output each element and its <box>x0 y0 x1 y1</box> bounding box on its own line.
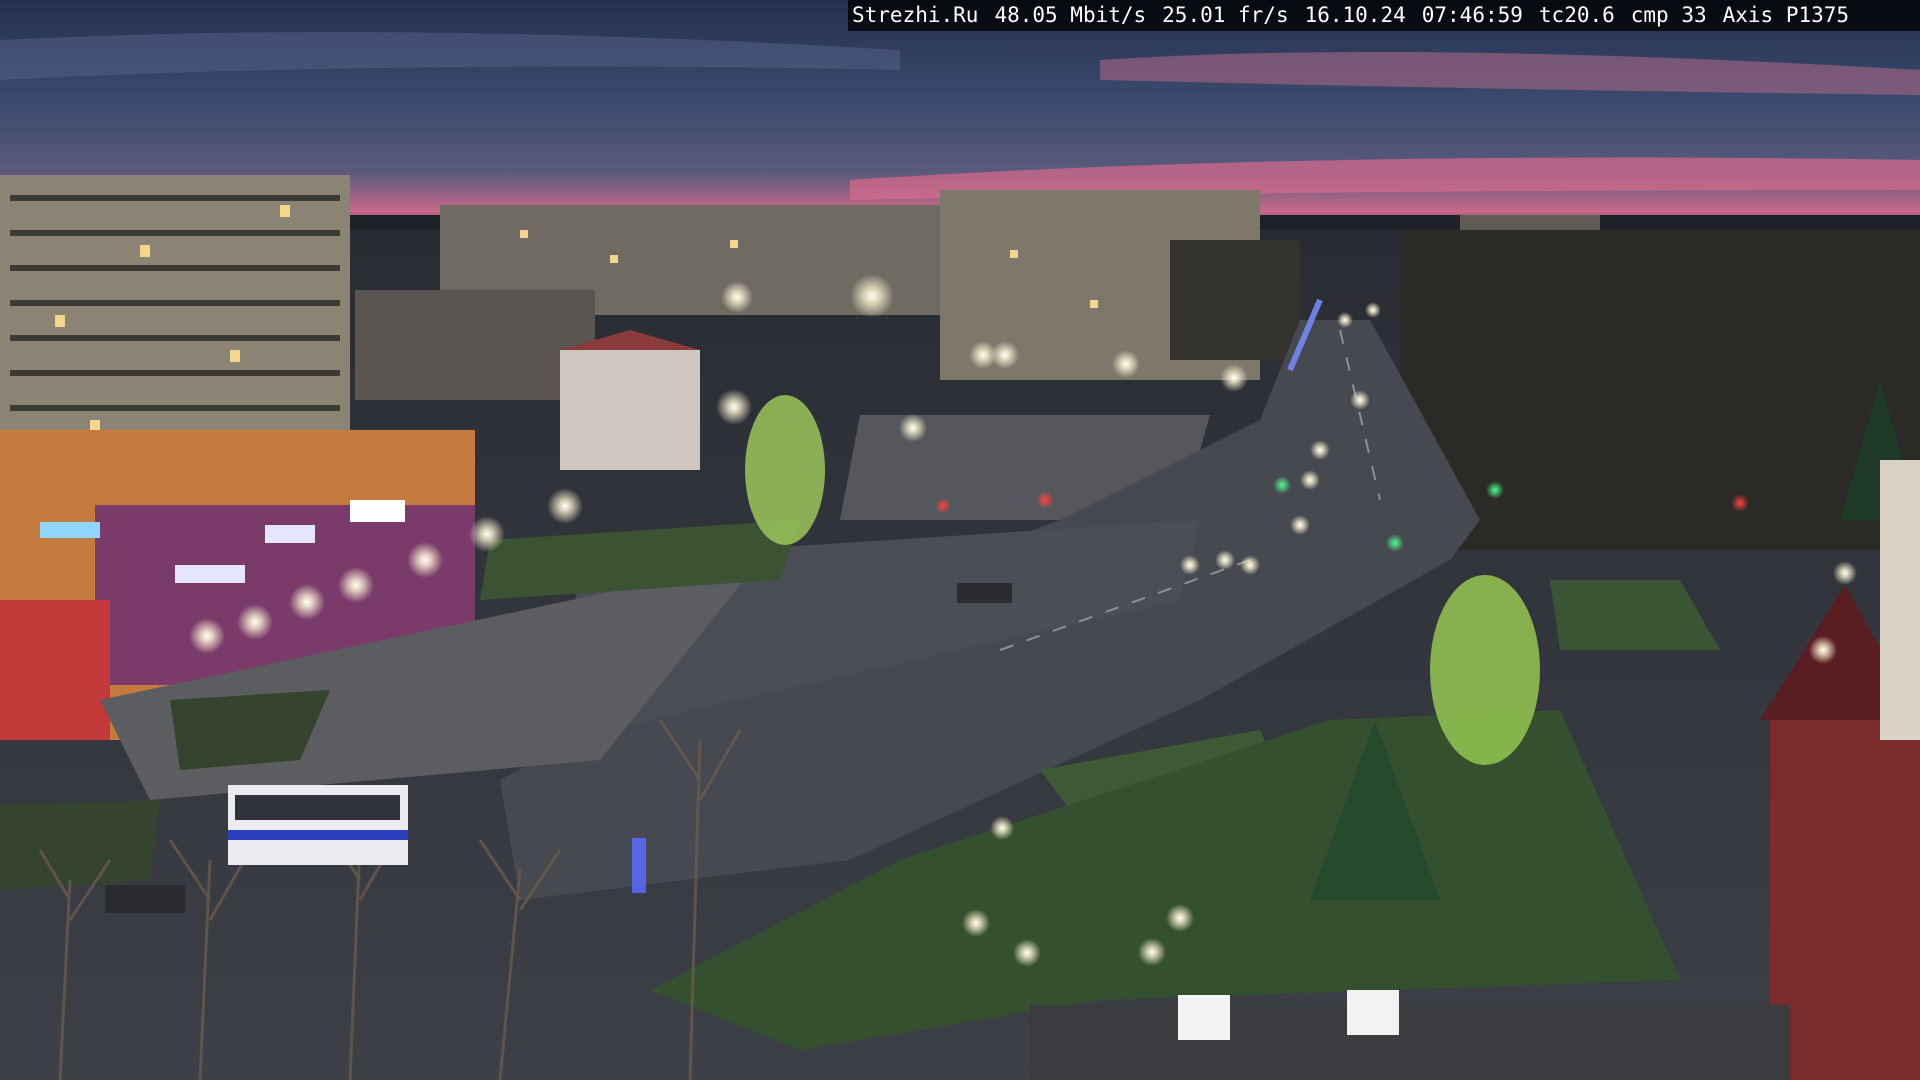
webcam-frame: Strezhi.Ru 48.05 Mbit/s 25.01 fr/s 16.10… <box>0 0 1920 1080</box>
camera-model-text: Axis P1375 <box>1722 3 1850 27</box>
time-text: 07:46:59 <box>1421 3 1523 27</box>
cmp-text: cmp 33 <box>1630 3 1707 27</box>
site-name-text: Strezhi.Ru <box>852 3 979 27</box>
camera-info-overlay: Strezhi.Ru 48.05 Mbit/s 25.01 fr/s 16.10… <box>848 0 1920 31</box>
tc-text: tc20.6 <box>1538 3 1615 27</box>
bitrate-text: 48.05 Mbit/s <box>994 3 1147 27</box>
street-scene-image <box>0 0 1920 1080</box>
framerate-text: 25.01 fr/s <box>1162 3 1289 27</box>
date-text: 16.10.24 <box>1304 3 1406 27</box>
